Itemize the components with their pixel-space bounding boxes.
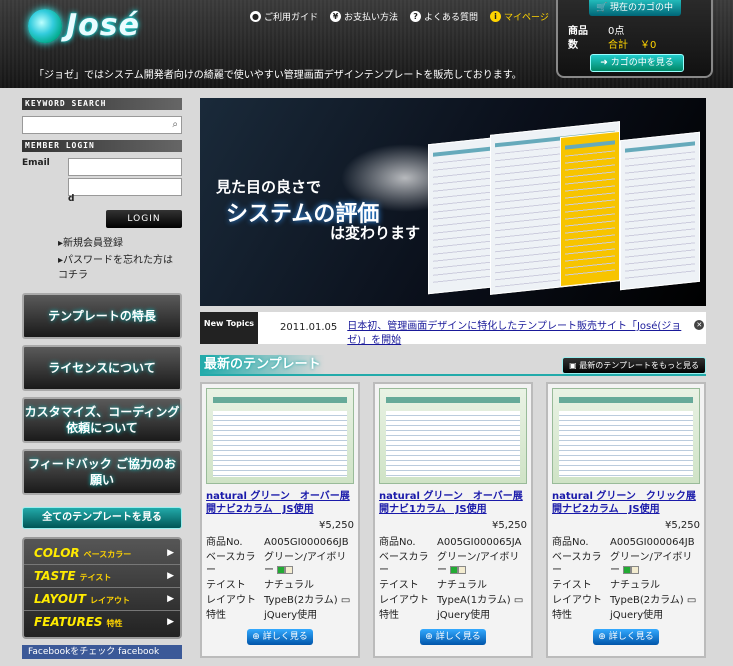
arrow-circle-icon: ➜ — [600, 58, 608, 68]
detail-button[interactable]: ⊕ 詳しく見る — [593, 629, 659, 645]
cart-items-row: 商品 0点 — [568, 26, 625, 37]
info-icon: i — [490, 11, 502, 22]
ivory-swatch — [285, 566, 294, 574]
nav-mypage[interactable]: i マイページ — [490, 10, 549, 23]
product-card: natural グリーン オーバー展開ナビ1カラム JS使用 ¥5,250 商品… — [373, 382, 533, 658]
keyword-search-title: KEYWORD SEARCH — [22, 98, 182, 110]
layout-icon: ▭ — [513, 595, 524, 606]
product-title[interactable]: natural グリーン オーバー展開ナビ2カラム JS使用 — [206, 490, 354, 518]
plus-circle-icon: ⊕ — [252, 632, 260, 642]
product-card: natural グリーン クリック展開ナビ2カラム JS使用 ¥5,250 商品… — [546, 382, 706, 658]
license-button[interactable]: ライセンスについて — [22, 345, 182, 391]
customize-button[interactable]: カスタマイズ、コーディング依頼について — [22, 397, 182, 443]
close-icon[interactable]: ✕ — [694, 320, 705, 330]
member-login-title: MEMBER LOGIN — [22, 140, 182, 152]
category-layout[interactable]: LAYOUT レイアウト — [24, 588, 180, 611]
question-icon: ? — [410, 11, 422, 22]
product-thumbnail[interactable] — [552, 388, 700, 484]
hero-screenshot — [620, 131, 700, 291]
product-spec: 商品No. A005GI000066JB ベースカラー グリーン/アイボリー テイス… — [206, 537, 351, 621]
site-header: José ● ご利用ガイド ¥ お支払い方法 ? よくある質問 i マイページ 「ジョゼ… — [0, 0, 733, 88]
nav-faq[interactable]: ? よくある質問 — [410, 10, 478, 23]
plus-icon: ▣ — [569, 360, 577, 370]
login-fields — [68, 158, 182, 198]
features-button[interactable]: テンプレートの特長 — [22, 293, 182, 339]
detail-button[interactable]: ⊕ 詳しく見る — [420, 629, 486, 645]
green-swatch — [623, 566, 632, 574]
facebook-banner[interactable]: Facebookをチェック facebook — [22, 645, 182, 659]
forgot-password-link[interactable]: ▸パスワードを忘れた方はコチラ — [58, 251, 182, 281]
product-spec: 商品No. A005GI000065JA ベースカラー グリーン/アイボリー テイス… — [379, 537, 524, 621]
cart-icon: 🛒 — [595, 3, 608, 13]
product-spec: 商品No. A005GI000064JB ベースカラー グリーン/アイボリー テイス… — [552, 537, 697, 621]
category-taste[interactable]: TASTE テイスト — [24, 565, 180, 588]
login-button[interactable]: LOGIN — [106, 210, 182, 228]
plus-circle-icon: ⊕ — [425, 632, 433, 642]
hero-line-3: は変わります — [330, 224, 421, 242]
news-date: 2011.01.05 — [280, 322, 338, 333]
site-logo[interactable]: José — [28, 8, 140, 43]
product-price: ¥5,250 — [492, 520, 527, 531]
tagline: 「ジョゼ」ではシステム開発者向けの綺麗で使いやすい管理画面デザインテンプレートを… — [34, 70, 522, 81]
ivory-swatch — [458, 566, 467, 574]
category-color[interactable]: COLOR ベースカラー — [24, 542, 180, 565]
email-label: Email — [22, 158, 50, 168]
news-bar: New Topics 2011.01.05 日本初、管理画面デザインに特化したテ… — [200, 312, 706, 346]
hero-banner[interactable]: 見た目の良さで システムの評価 は変わります — [200, 98, 706, 306]
latest-header: 最新のテンプレート ▣ 最新のテンプレートをもっと見る — [200, 355, 706, 376]
product-price: ¥5,250 — [665, 520, 700, 531]
category-features[interactable]: FEATURES 特性 — [24, 611, 180, 634]
hero-line-1: 見た目の良さで — [216, 178, 322, 196]
register-link[interactable]: ▸新規会員登録 — [58, 234, 182, 249]
detail-button[interactable]: ⊕ 詳しく見る — [247, 629, 313, 645]
view-cart-button[interactable]: ➜ カゴの中を見る — [590, 54, 684, 72]
product-price: ¥5,250 — [319, 520, 354, 531]
nav-payment[interactable]: ¥ お支払い方法 — [330, 10, 398, 23]
yen-icon: ¥ — [330, 11, 342, 22]
product-title[interactable]: natural グリーン クリック展開ナビ2カラム JS使用 — [552, 490, 700, 518]
news-link[interactable]: 日本初、管理画面デザインに特化したテンプレート販売サイト「José(ジョゼ)」を… — [347, 320, 692, 348]
search-icon[interactable]: ⌕ — [172, 119, 178, 130]
email-field[interactable] — [68, 158, 182, 176]
layout-icon: ▭ — [686, 595, 697, 606]
latest-title: 最新のテンプレート — [200, 355, 325, 375]
hero-screenshot — [560, 130, 620, 288]
category-menu: COLORベースカラー TASTEテイスト LAYOUTレイアウト FEATUR… — [22, 537, 182, 639]
search-input[interactable]: ⌕ — [22, 116, 182, 134]
news-tag: New Topics — [200, 312, 258, 344]
product-list: natural グリーン オーバー展開ナビ2カラム JS使用 ¥5,250 商品… — [200, 382, 706, 658]
product-thumbnail[interactable] — [379, 388, 527, 484]
cart-title: 🛒 現在のカゴの中 — [588, 0, 681, 16]
product-card: natural グリーン オーバー展開ナビ2カラム JS使用 ¥5,250 商品… — [200, 382, 360, 658]
sidebar: KEYWORD SEARCH ⌕ MEMBER LOGIN Email d LO… — [22, 98, 182, 659]
product-thumbnail[interactable] — [206, 388, 354, 484]
more-latest-button[interactable]: ▣ 最新のテンプレートをもっと見る — [562, 356, 706, 374]
plus-circle-icon: ⊕ — [598, 632, 606, 642]
all-templates-button[interactable]: 全てのテンプレートを見る — [22, 507, 182, 529]
sidebar-links: ▸新規会員登録 ▸パスワードを忘れた方はコチラ — [58, 234, 182, 281]
nav-guide[interactable]: ● ご利用ガイド — [250, 10, 318, 23]
cart-panel: 🛒 現在のカゴの中 商品 0点 数合計 ￥0 ➜ カゴの中を見る — [556, 0, 713, 78]
green-swatch — [277, 566, 286, 574]
password-field[interactable] — [68, 178, 182, 196]
logo-mark-icon — [28, 8, 62, 43]
layout-icon: ▭ — [340, 595, 351, 606]
green-swatch — [450, 566, 459, 574]
product-title[interactable]: natural グリーン オーバー展開ナビ1カラム JS使用 — [379, 490, 527, 518]
feedback-button[interactable]: フィードバック ご協力のお願い — [22, 449, 182, 495]
guide-icon: ● — [250, 11, 261, 22]
main-content: 見た目の良さで システムの評価 は変わります New Topics 2011.0… — [200, 98, 706, 658]
top-nav: ● ご利用ガイド ¥ お支払い方法 ? よくある質問 i マイページ — [250, 10, 549, 23]
ivory-swatch — [631, 566, 640, 574]
cart-total-row: 数合計 ￥0 — [568, 40, 657, 51]
